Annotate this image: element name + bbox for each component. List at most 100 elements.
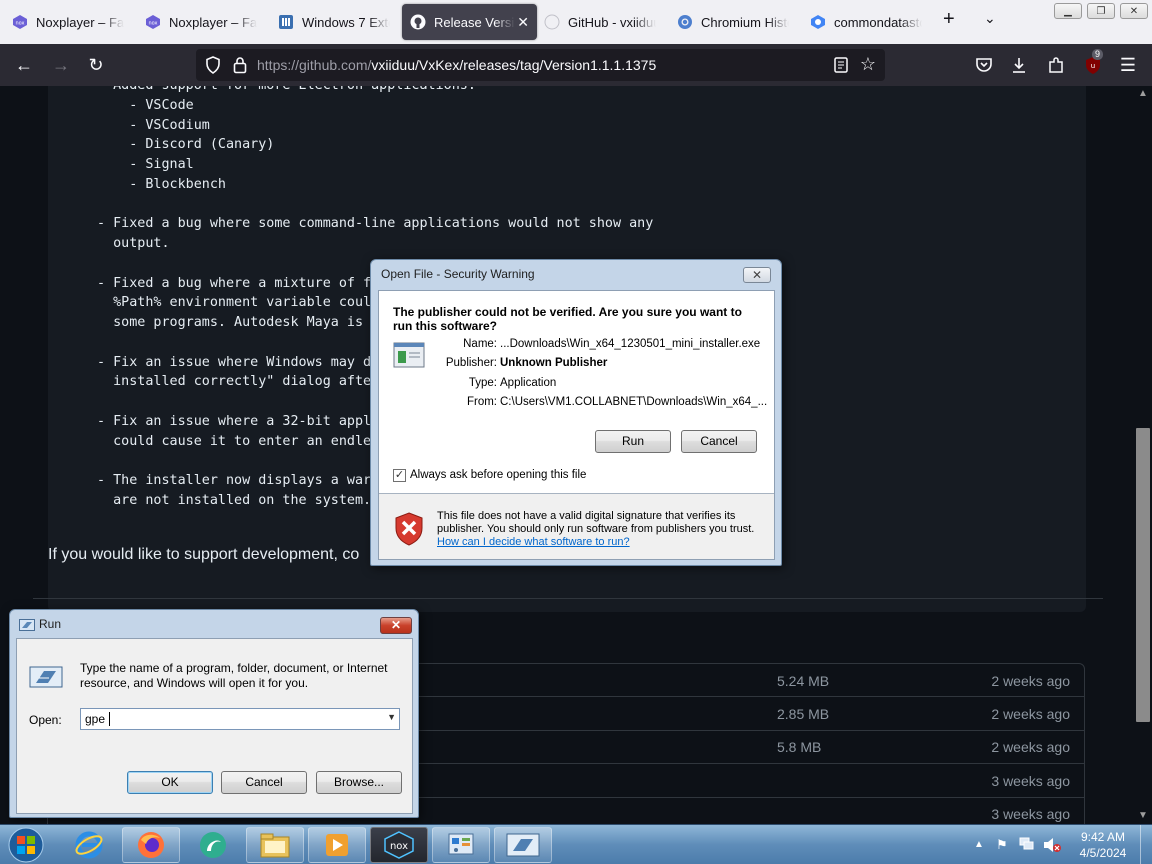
taskbar-noxplayer[interactable]: nox [370,827,428,863]
extensions-icon[interactable] [1045,54,1067,76]
control-panel-icon [448,833,474,855]
taskbar-firefox[interactable] [122,827,180,863]
taskbar-file-explorer[interactable] [246,827,304,863]
restore-icon: ❐ [1096,5,1106,17]
network-icon[interactable] [1019,837,1035,854]
scroll-thumb[interactable] [1136,428,1150,722]
close-icon: ✕ [751,268,763,282]
reload-icon[interactable]: ↻ [85,54,107,76]
noxplayer-icon: nox [145,14,161,30]
new-tab-icon[interactable]: + [943,8,955,31]
show-desktop-button[interactable] [1140,825,1152,864]
security-close-button[interactable]: ✕ [743,267,771,283]
reader-view-icon[interactable] [830,54,852,76]
menu-icon[interactable]: ☰ [1117,54,1139,76]
run-button[interactable]: Run [595,430,671,453]
pocket-icon[interactable] [973,54,995,76]
tab-noxplayer-1[interactable]: nox Noxplayer – Fastest [4,4,132,40]
open-label: Open: [29,713,62,727]
browse-button[interactable]: Browse... [316,771,402,794]
checkmark-icon: ✓ [394,469,405,481]
publisher-value: Unknown Publisher [500,357,608,369]
tab-noxplayer-2[interactable]: nox Noxplayer – Fastest [137,4,265,40]
asset-date: 3 weeks ago [991,806,1070,823]
taskbar-run-dialog[interactable] [494,827,552,863]
url-text: https://github.com/vxiiduu/VxKex/release… [257,57,656,73]
type-label: Type: [468,377,497,389]
svg-text:nox: nox [390,841,408,852]
forward-icon[interactable]: → [50,54,72,76]
tab-windows7-extended[interactable]: Windows 7 Extended [270,4,398,40]
from-label: From: [466,396,497,408]
asset-size: 5.8 MB [777,739,822,756]
close-icon: ✕ [1129,5,1139,17]
run-program-icon [29,666,63,691]
security-cancel-button[interactable]: Cancel [681,430,757,453]
tab-github-vxiiduu[interactable]: GitHub - vxiiduu [536,4,664,40]
asset-date: 3 weeks ago [991,772,1070,789]
close-tab-icon[interactable]: ✕ [517,14,529,31]
taskbar-control-panel[interactable] [432,827,490,863]
firefox-icon [138,832,164,858]
release-note-line: - VSCodium [97,117,210,133]
svg-text:nox: nox [15,21,24,27]
run-dialog-icon [506,833,540,857]
taskbar-green-app[interactable] [184,827,242,863]
tab-chromium-history[interactable]: Chromium History [669,4,797,40]
run-cancel-button[interactable]: Cancel [221,771,307,794]
minimize-icon: ▁ [1064,5,1072,17]
lock-icon[interactable] [229,54,251,76]
restore-button[interactable]: ❐ [1087,3,1115,19]
back-icon[interactable]: ← [13,54,35,76]
name-label: Name: [463,338,497,350]
address-bar[interactable]: https://github.com/vxiiduu/VxKex/release… [196,49,885,81]
windows-logo-icon [8,827,44,863]
asset-size: 5.24 MB [777,673,830,689]
list-all-tabs-icon[interactable]: ⌄ [984,10,996,27]
release-note-line: - Discord (Canary) [97,137,275,153]
internet-explorer-icon [75,831,103,859]
help-link[interactable]: How can I decide what software to run? [437,536,630,548]
tab-title: Windows 7 Extended [302,14,390,30]
taskbar-internet-explorer[interactable] [60,827,118,863]
volume-muted-icon[interactable] [1043,837,1061,856]
release-note-line: %Path% environment variable coul [97,295,372,311]
release-note-line: are not installed on the system. [97,492,372,508]
clock-time: 9:42 AM [1080,830,1126,844]
mediawiki-icon [278,14,294,30]
action-center-flag-icon[interactable]: ⚑ [996,837,1008,853]
dialog-body: The publisher could not be verified. Are… [378,290,775,560]
scroll-down-icon[interactable]: ▼ [1138,810,1148,821]
tab-release-version[interactable]: Release Version ✕ [402,4,537,40]
ublock-badge: 9 [1092,49,1104,60]
downloads-icon[interactable] [1008,54,1030,76]
tab-bar: nox Noxplayer – Fastest nox Noxplayer – … [0,0,1152,44]
always-ask-checkbox[interactable]: ✓ [393,469,406,482]
page-scrollbar[interactable]: ▲ ▼ [1134,86,1152,824]
show-hidden-icons[interactable]: ▲ [974,839,984,850]
shield-icon[interactable] [202,54,224,76]
scroll-up-icon[interactable]: ▲ [1138,88,1148,99]
system-clock[interactable]: 9:42 AM 4/5/2024 [1074,829,1132,861]
cloud-storage-icon [810,14,826,30]
open-input-value[interactable]: gpe [85,712,105,726]
ublock-origin-icon[interactable]: u 9 [1082,49,1104,76]
bookmark-star-icon[interactable]: ☆ [857,53,879,75]
run-dialog-body: Type the name of a program, folder, docu… [16,638,413,814]
release-note-line: - Added support for more Electron applic… [97,86,476,93]
open-combobox[interactable]: gpe ▼ [80,708,400,730]
type-value: Application [500,377,557,389]
svg-text:u: u [1091,62,1095,70]
tab-commondatastorage[interactable]: commondatastorage [802,4,930,40]
start-button[interactable] [4,826,48,864]
taskbar-media-player[interactable] [308,827,366,863]
asset-date: 2 weeks ago [991,705,1070,722]
dropdown-arrow-icon[interactable]: ▼ [387,712,396,722]
minimize-button[interactable]: ▁ [1054,3,1082,19]
ok-button[interactable]: OK [127,771,213,794]
tab-title: Noxplayer – Fastest [36,14,124,30]
run-close-button[interactable]: ✕ [380,617,412,634]
from-value: C:\Users\VM1.COLLABNET\Downloads\Win_x64… [500,396,768,408]
release-note-line: output. [97,236,170,251]
close-window-button[interactable]: ✕ [1120,3,1148,19]
